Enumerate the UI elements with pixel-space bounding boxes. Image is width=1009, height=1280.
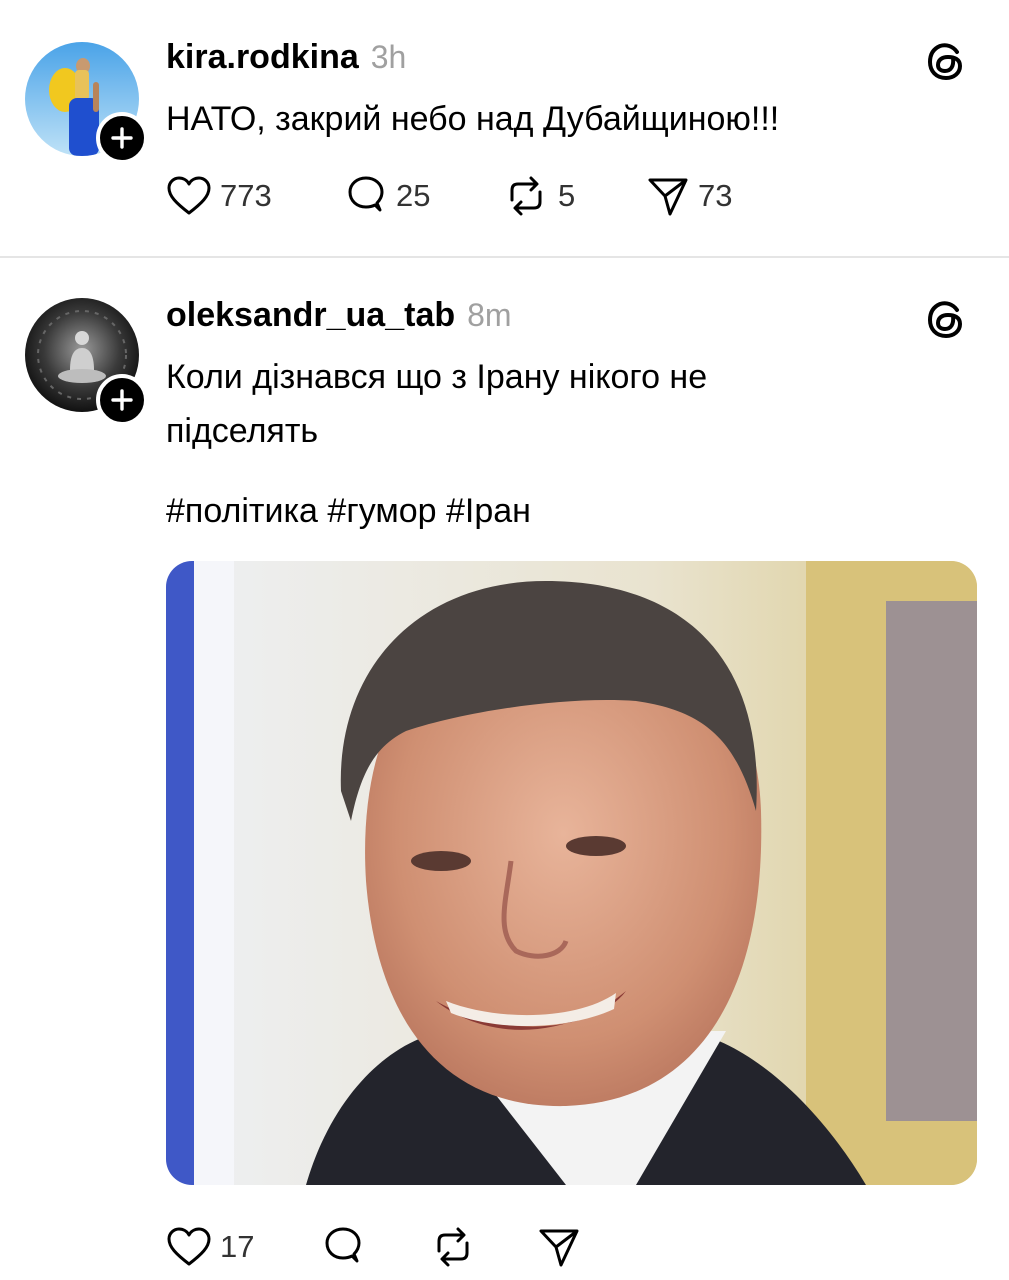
plus-icon (111, 389, 133, 411)
hashtags[interactable]: #політика #гумор #Іран (166, 484, 966, 538)
threads-logo-icon[interactable] (924, 298, 968, 342)
post-text: Коли дізнався що з Ірану нікого не підсе… (166, 350, 966, 458)
share-count: 73 (698, 178, 733, 213)
share-button[interactable]: 73 (646, 174, 732, 218)
post-actions: 773 25 5 73 (166, 172, 732, 220)
like-count: 773 (220, 178, 272, 213)
post-text: НАТО, закрий небо над Дубайщиною!!! (166, 100, 780, 138)
timestamp: 8m (467, 297, 512, 333)
photo-smiling-man-in-suit (166, 561, 977, 1185)
thread-post: oleksandr_ua_tab 8m Коли дізнався що з І… (0, 258, 1009, 1280)
post-text-line: Коли дізнався що з Ірану нікого не (166, 358, 708, 396)
share-button[interactable] (537, 1225, 581, 1269)
reply-button[interactable] (321, 1225, 429, 1269)
thread-post: kira.rodkina 3h НАТО, закрий небо над Ду… (0, 0, 1009, 256)
repost-button[interactable]: 5 (502, 174, 646, 218)
post-actions: 17 (166, 1223, 581, 1271)
reply-button[interactable]: 25 (344, 174, 502, 218)
repost-button[interactable] (429, 1225, 537, 1269)
speech-bubble-icon (325, 1227, 361, 1263)
follow-button[interactable] (96, 374, 148, 426)
heart-icon (167, 1227, 211, 1266)
paper-plane-icon (539, 1229, 579, 1267)
plus-icon (111, 127, 133, 149)
post-header: kira.rodkina 3h (166, 38, 406, 77)
timestamp: 3h (370, 39, 407, 75)
username[interactable]: oleksandr_ua_tab (166, 296, 455, 335)
post-image[interactable] (166, 561, 977, 1185)
repost-count: 5 (558, 178, 576, 213)
like-button[interactable]: 773 (166, 175, 344, 217)
reply-count: 25 (396, 178, 431, 213)
heart-icon (167, 176, 211, 215)
like-button[interactable]: 17 (166, 1226, 321, 1268)
speech-bubble-icon (348, 176, 384, 212)
username[interactable]: kira.rodkina (166, 38, 359, 77)
repost-arrows-icon (437, 1227, 469, 1267)
like-count: 17 (220, 1229, 255, 1264)
post-text-line: підселять (166, 412, 319, 450)
paper-plane-icon (648, 178, 688, 216)
post-header: oleksandr_ua_tab 8m (166, 296, 512, 335)
threads-logo-icon[interactable] (924, 40, 968, 84)
repost-arrows-icon (510, 176, 542, 216)
follow-button[interactable] (96, 112, 148, 164)
